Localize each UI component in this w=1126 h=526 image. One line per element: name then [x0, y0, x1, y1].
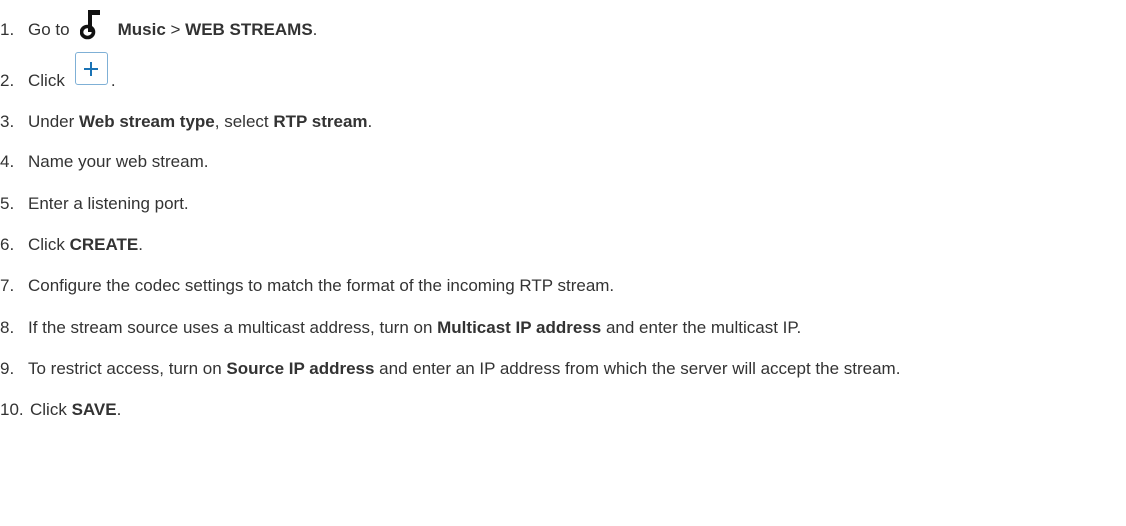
step-7: 7. Configure the codec settings to match…	[0, 276, 614, 296]
step-4: 4. Name your web stream.	[0, 152, 208, 172]
step-9: 9. To restrict access, turn on Source IP…	[0, 359, 901, 378]
button-create-label: CREATE	[69, 235, 139, 254]
step-number: 6.	[0, 235, 15, 254]
step-text: Configure the codec settings to match th…	[28, 276, 615, 295]
field-web-stream-type: Web stream type	[79, 112, 215, 131]
step-6: 6. Click CREATE .	[0, 235, 143, 254]
plus-icon	[84, 61, 99, 76]
step-number: 7.	[0, 276, 15, 295]
step-number: 4.	[0, 152, 15, 171]
setting-source-ip: Source IP address	[226, 359, 375, 378]
step-number: 9.	[0, 359, 15, 378]
step-number: 8.	[0, 318, 15, 337]
step-1: 1. Go to Music > WEB STREAMS .	[0, 10, 317, 46]
step-3: 3. Under Web stream type , select RTP st…	[0, 112, 373, 131]
separator: >	[165, 20, 186, 39]
step-text: Go to	[28, 20, 70, 39]
setting-multicast-ip: Multicast IP address	[437, 318, 602, 337]
menu-music: Music	[117, 20, 166, 39]
music-note-icon	[79, 8, 102, 40]
step-5: 5. Enter a listening port.	[0, 194, 189, 214]
menu-web-streams: WEB STREAMS	[185, 20, 313, 39]
step-8: 8. If the stream source uses a multicast…	[0, 318, 802, 337]
step-number: 2.	[0, 70, 15, 90]
step-text: Name your web stream.	[28, 152, 209, 171]
add-button[interactable]	[74, 52, 108, 85]
option-rtp-stream: RTP stream	[273, 112, 368, 131]
step-10: 10. Click SAVE .	[0, 400, 122, 419]
button-save-label: SAVE	[71, 400, 117, 419]
step-2: 2. Click .	[0, 52, 116, 97]
step-number: 1.	[0, 20, 15, 39]
step-number: 3.	[0, 112, 15, 131]
step-text: Enter a listening port.	[28, 194, 189, 213]
step-text: Click	[28, 70, 65, 90]
step-number: 10.	[0, 400, 24, 419]
step-number: 5.	[0, 194, 15, 213]
